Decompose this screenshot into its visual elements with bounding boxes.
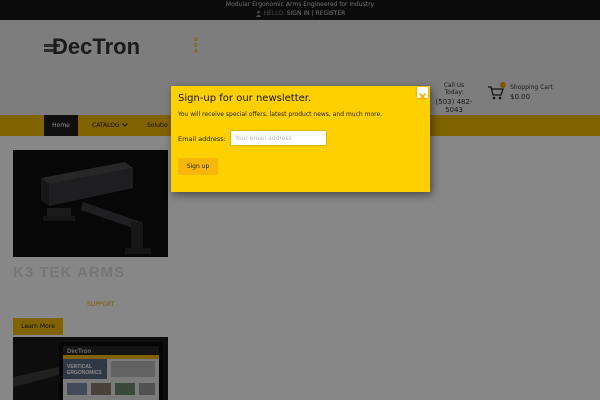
modal-overlay[interactable] bbox=[0, 0, 600, 400]
sign-up-button[interactable]: Sign up bbox=[178, 158, 218, 175]
modal-title: Sign-up for our newsletter. bbox=[178, 93, 312, 104]
close-button[interactable] bbox=[417, 87, 428, 100]
email-field[interactable] bbox=[230, 130, 327, 146]
close-icon[interactable] bbox=[417, 91, 428, 102]
newsletter-modal: Sign-up for our newsletter. You will rec… bbox=[171, 86, 430, 192]
email-label: Email address: bbox=[178, 135, 226, 143]
modal-description: You will receive special offers, latest … bbox=[178, 111, 383, 118]
